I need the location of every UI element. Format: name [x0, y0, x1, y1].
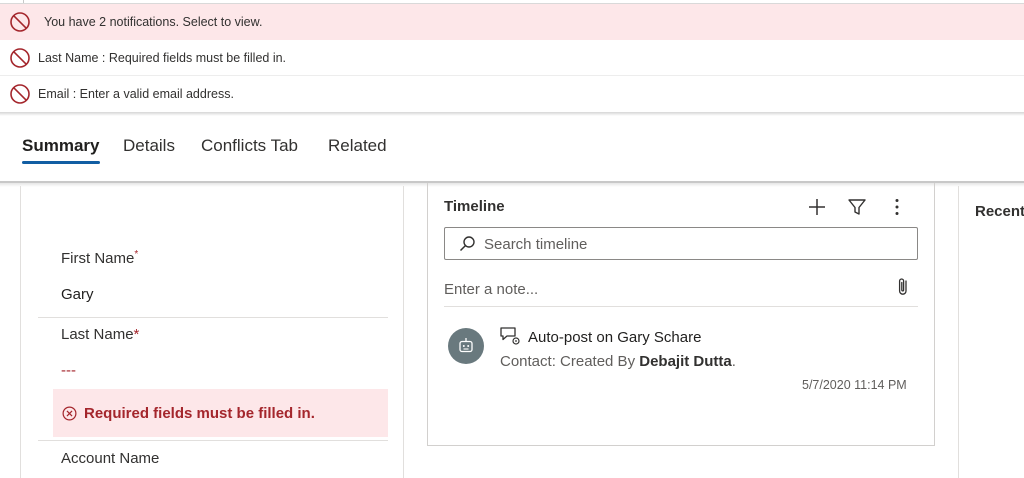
tab-details[interactable]: Details: [123, 136, 175, 156]
post-author[interactable]: Debajit Dutta: [639, 353, 732, 370]
note-underline: [444, 306, 918, 307]
notification-summary-text: You have 2 notifications. Select to view…: [44, 15, 263, 29]
post-title[interactable]: Auto-post on Gary Schare: [528, 329, 701, 346]
form-card-right-border: [403, 186, 404, 478]
filter-icon[interactable]: [846, 196, 868, 218]
timeline-search-input[interactable]: Search timeline: [444, 227, 918, 260]
recent-column-border: [958, 186, 959, 478]
form-card-left-border: [20, 186, 21, 478]
last-name-field[interactable]: ---: [61, 362, 76, 379]
notification-text: Last Name : Required fields must be fill…: [38, 50, 287, 65]
notification-item[interactable]: Email : Enter a valid email address.: [0, 76, 1024, 112]
blocked-icon: [10, 84, 30, 104]
timeline-card: [427, 183, 935, 446]
field-divider: [38, 317, 388, 318]
first-name-label: First Name*: [61, 249, 139, 267]
avatar: [448, 328, 484, 364]
post-timestamp: 5/7/2020 11:14 PM: [802, 378, 907, 392]
first-name-field[interactable]: Gary: [61, 286, 94, 303]
last-name-label: Last Name*: [61, 326, 140, 343]
note-input[interactable]: Enter a note...: [444, 281, 538, 298]
tab-bar: Summary Details Conflicts Tab Related: [0, 128, 1024, 168]
tab-summary[interactable]: Summary: [22, 136, 99, 156]
notification-text: Email : Enter a valid email address.: [38, 87, 234, 101]
notification-shadow: [0, 112, 1024, 116]
search-placeholder: Search timeline: [484, 236, 588, 253]
error-icon: [62, 406, 77, 421]
tab-related[interactable]: Related: [328, 136, 387, 156]
search-icon: [459, 236, 475, 252]
active-tab-indicator: [22, 161, 100, 164]
timeline-title: Timeline: [444, 198, 505, 215]
post-subtitle: Contact: Created By Debajit Dutta.: [500, 353, 736, 370]
notification-item[interactable]: Last Name : Required fields must be fill…: [0, 40, 1024, 76]
recent-title: Recent: [975, 203, 1024, 220]
tab-conflicts[interactable]: Conflicts Tab: [201, 136, 298, 156]
attachment-icon[interactable]: [894, 276, 912, 298]
more-options-icon[interactable]: [886, 196, 908, 218]
last-name-error: Required fields must be filled in.: [53, 389, 388, 437]
bot-icon: [459, 338, 473, 353]
notification-summary[interactable]: You have 2 notifications. Select to view…: [0, 3, 1024, 40]
last-name-error-text: Required fields must be filled in.: [84, 405, 315, 422]
field-divider: [38, 440, 388, 441]
blocked-icon: [10, 48, 30, 68]
account-name-label: Account Name: [61, 450, 160, 467]
blocked-icon: [10, 12, 30, 32]
add-icon[interactable]: [806, 196, 828, 218]
auto-post-icon: [500, 327, 520, 345]
